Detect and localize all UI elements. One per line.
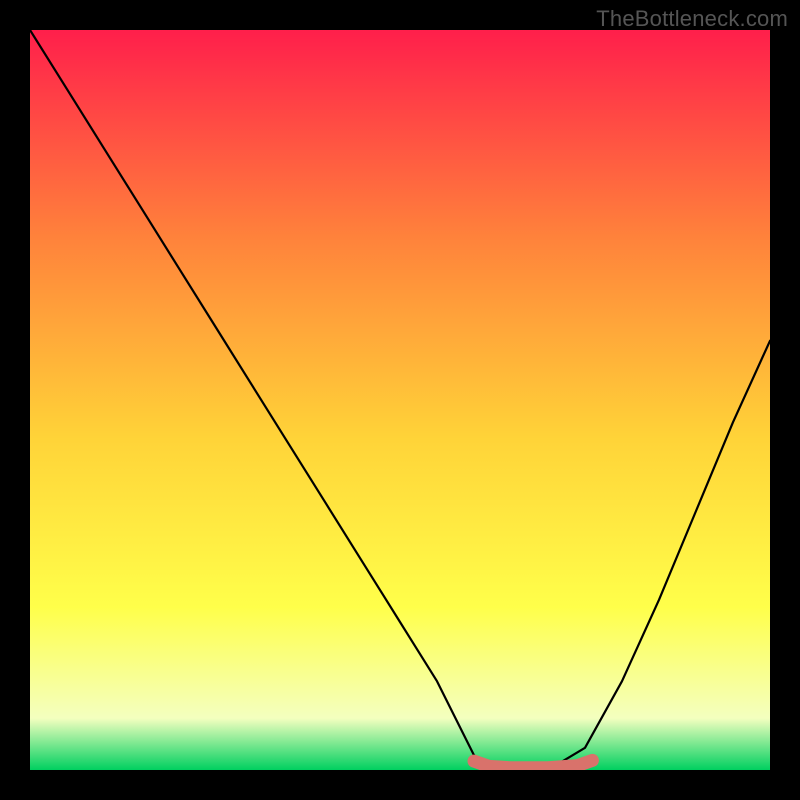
plot-area [30, 30, 770, 770]
plot-svg [30, 30, 770, 770]
sweet-spot-band [474, 760, 592, 767]
chart-frame: TheBottleneck.com [0, 0, 800, 800]
gradient-background [30, 30, 770, 770]
watermark-text: TheBottleneck.com [596, 6, 788, 32]
